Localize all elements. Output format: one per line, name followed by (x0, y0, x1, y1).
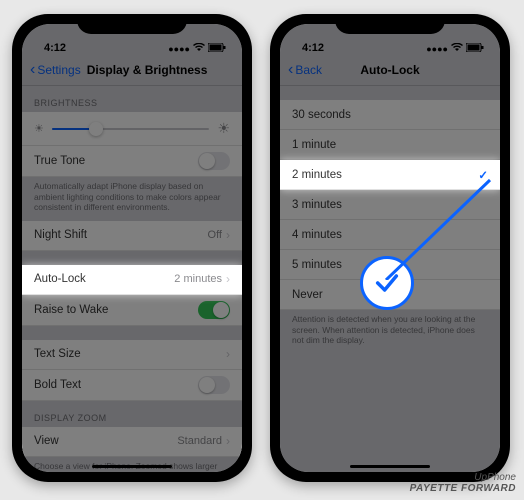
chevron-right-icon: › (226, 347, 230, 361)
view-cell[interactable]: View Standard › (22, 427, 242, 457)
wifi-icon (451, 43, 463, 54)
night-shift-cell[interactable]: Night Shift Off › (22, 221, 242, 251)
view-label: View (34, 435, 59, 447)
watermark-line2: PAYETTE FORWARD (410, 483, 516, 494)
annotation-check-callout (360, 256, 414, 310)
checkmark-icon: ✓ (478, 168, 488, 182)
bold-text-label: Bold Text (34, 379, 81, 391)
true-tone-desc: Automatically adapt iPhone display based… (22, 177, 242, 221)
annotation-circle (360, 256, 414, 310)
battery-icon (208, 43, 226, 54)
bold-text-cell[interactable]: Bold Text (22, 370, 242, 401)
chevron-left-icon: ‹ (30, 62, 35, 78)
nav-bar: ‹ Settings Display & Brightness (22, 54, 242, 86)
option-label: 5 minutes (292, 259, 342, 271)
night-shift-value: Off (208, 229, 222, 241)
option-label: 1 minute (292, 139, 336, 151)
view-value: Standard (177, 435, 222, 447)
screen-right: 4:12 ●●●● ‹ Back Auto-Lock (280, 24, 500, 472)
auto-lock-value: 2 minutes (174, 273, 222, 285)
option-30-seconds[interactable]: 30 seconds (280, 100, 500, 130)
brightness-slider[interactable] (52, 128, 210, 130)
option-2-minutes[interactable]: 2 minutes ✓ (280, 160, 500, 190)
home-indicator[interactable] (92, 465, 172, 468)
auto-lock-cell[interactable]: Auto-Lock 2 minutes › (22, 265, 242, 295)
night-shift-label: Night Shift (34, 229, 87, 241)
group-header-zoom: DISPLAY ZOOM (22, 401, 242, 427)
true-tone-toggle[interactable] (198, 152, 230, 170)
notch (77, 14, 187, 34)
auto-lock-label: Auto-Lock (34, 273, 86, 285)
phone-right: 4:12 ●●●● ‹ Back Auto-Lock (270, 14, 510, 482)
nav-bar: ‹ Back Auto-Lock (280, 54, 500, 86)
option-4-minutes[interactable]: 4 minutes (280, 220, 500, 250)
status-time: 4:12 (302, 42, 324, 54)
option-3-minutes[interactable]: 3 minutes (280, 190, 500, 220)
chevron-right-icon: › (226, 434, 230, 448)
group-header-brightness: BRIGHTNESS (22, 86, 242, 112)
phone-left: 4:12 ●●●● ‹ Settings Display & Brightnes… (12, 14, 252, 482)
option-1-minute[interactable]: 1 minute (280, 130, 500, 160)
option-label: Never (292, 289, 323, 301)
signal-icon: ●●●● (426, 44, 448, 54)
text-size-label: Text Size (34, 348, 81, 360)
auto-lock-footer: Attention is detected when you are looki… (280, 310, 500, 354)
raise-to-wake-toggle[interactable] (198, 301, 230, 319)
chevron-right-icon: › (226, 272, 230, 286)
nav-title: Display & Brightness (87, 63, 208, 77)
option-label: 30 seconds (292, 109, 351, 121)
battery-icon (466, 43, 484, 54)
wifi-icon (193, 43, 205, 54)
screen-left: 4:12 ●●●● ‹ Settings Display & Brightnes… (22, 24, 242, 472)
true-tone-label: True Tone (34, 155, 85, 167)
bold-text-toggle[interactable] (198, 376, 230, 394)
back-button[interactable]: ‹ Settings (30, 62, 81, 78)
notch (335, 14, 445, 34)
back-label: Settings (37, 63, 80, 77)
nav-title: Auto-Lock (280, 63, 500, 77)
option-label: 2 minutes (292, 169, 342, 181)
raise-to-wake-label: Raise to Wake (34, 304, 108, 316)
raise-to-wake-cell[interactable]: Raise to Wake (22, 295, 242, 326)
brightness-slider-cell[interactable]: ☀ ☀ (22, 112, 242, 146)
true-tone-cell[interactable]: True Tone (22, 146, 242, 177)
check-icon (373, 269, 401, 297)
watermark-line1: UpPhone (410, 472, 516, 483)
status-time: 4:12 (44, 42, 66, 54)
chevron-right-icon: › (226, 228, 230, 242)
watermark: UpPhone PAYETTE FORWARD (410, 472, 516, 494)
option-label: 4 minutes (292, 229, 342, 241)
home-indicator[interactable] (350, 465, 430, 468)
option-label: 3 minutes (292, 199, 342, 211)
sun-large-icon: ☀ (217, 120, 230, 137)
sun-small-icon: ☀ (34, 122, 44, 135)
signal-icon: ●●●● (168, 44, 190, 54)
text-size-cell[interactable]: Text Size › (22, 340, 242, 370)
